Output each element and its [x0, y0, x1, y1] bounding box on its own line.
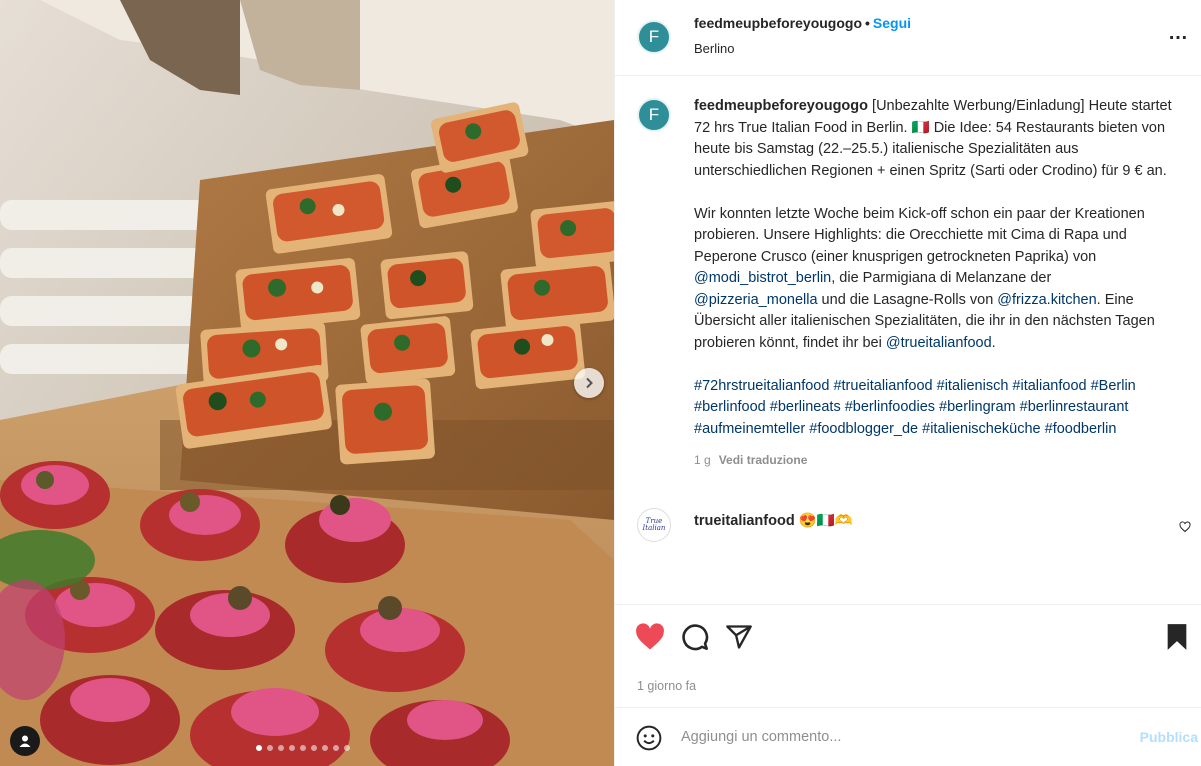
mention-modi-bistrot[interactable]: @modi_bistrot_berlin	[694, 270, 831, 286]
heart-filled-icon	[636, 623, 664, 650]
author-line: feedmeupbeforeyougogo • Segui	[694, 15, 911, 31]
emoji-icon	[636, 725, 662, 751]
caption-text: feedmeupbeforeyougogo [Unbezahlte Werbun…	[694, 96, 1174, 471]
share-icon	[726, 625, 752, 649]
comment-button[interactable]	[681, 623, 709, 654]
caption-meta: 1 g Vedi traduzione	[694, 450, 1174, 472]
carousel-dot	[267, 745, 273, 751]
more-options-button[interactable]: …	[1168, 22, 1189, 45]
reply-line: trueitalianfood 😍🇮🇹🫶	[694, 512, 853, 529]
post-media[interactable]	[0, 0, 614, 766]
caption-text-c: und die Lasagne-Rolls von	[817, 291, 998, 308]
caption-paragraph-2: Wir konnten letzte Woche beim Kick-off s…	[694, 204, 1174, 355]
carousel-dot	[322, 745, 328, 751]
caption-text-e: .	[991, 334, 996, 351]
mention-frizza-kitchen[interactable]: @frizza.kitchen	[997, 292, 1096, 308]
food-photo	[0, 0, 614, 766]
post-location[interactable]: Berlino	[694, 41, 734, 56]
reply-text: 😍🇮🇹🫶	[798, 513, 853, 529]
reply-avatar[interactable]: True Italian	[637, 508, 671, 542]
carousel-dot	[278, 745, 284, 751]
follow-button[interactable]: Segui	[873, 15, 911, 31]
caption-paragraph-1: feedmeupbeforeyougogo [Unbezahlte Werbun…	[694, 96, 1174, 182]
caption-hashtags[interactable]: #72hrstrueitalianfood #trueitalianfood #…	[694, 376, 1174, 441]
post-side-panel: F feedmeupbeforeyougogo • Segui Berlino … …	[614, 0, 1201, 766]
caption-age: 1 g	[694, 452, 711, 467]
reply-like-button[interactable]	[1179, 520, 1191, 536]
carousel-dot	[311, 745, 317, 751]
carousel-dot	[256, 745, 262, 751]
tagged-users-button[interactable]	[10, 726, 40, 756]
post-header: F feedmeupbeforeyougogo • Segui Berlino …	[615, 0, 1201, 76]
caption-text-a: Wir konnten letzte Woche beim Kick-off s…	[694, 205, 1145, 265]
author-username[interactable]: feedmeupbeforeyougogo	[694, 15, 862, 31]
save-button[interactable]	[1165, 623, 1189, 654]
mention-pizzeria-monella[interactable]: @pizzeria_monella	[694, 292, 818, 308]
share-button[interactable]	[725, 623, 753, 654]
like-button[interactable]	[635, 623, 665, 654]
see-translation-link[interactable]: Vedi traduzione	[719, 453, 808, 467]
publish-button[interactable]: Pubblica	[1140, 729, 1198, 745]
carousel-dot	[300, 745, 306, 751]
carousel-indicator	[256, 745, 350, 751]
caption-username[interactable]: feedmeupbeforeyougogo	[694, 98, 868, 114]
emoji-button[interactable]	[636, 725, 662, 754]
carousel-dot	[344, 745, 350, 751]
post-actions: 1 giorno fa	[615, 604, 1201, 708]
author-avatar[interactable]: F	[637, 20, 671, 54]
carousel-dot	[289, 745, 295, 751]
caption-avatar[interactable]: F	[637, 98, 671, 132]
mention-trueitalianfood[interactable]: @trueitalianfood	[886, 335, 992, 351]
next-slide-button[interactable]	[574, 368, 604, 398]
post-timestamp[interactable]: 1 giorno fa	[637, 679, 696, 693]
comment-input[interactable]	[681, 726, 1101, 748]
carousel-dot	[333, 745, 339, 751]
chevron-right-icon	[586, 377, 593, 389]
add-comment-bar: Pubblica	[615, 708, 1201, 766]
caption-text-b: , die Parmigiana di Melanzane der	[831, 270, 1052, 286]
separator-dot: •	[865, 15, 870, 31]
instagram-post: F feedmeupbeforeyougogo • Segui Berlino … …	[0, 0, 1201, 766]
heart-outline-icon	[1179, 521, 1191, 533]
user-icon	[19, 735, 31, 747]
bookmark-filled-icon	[1167, 624, 1187, 650]
comment-icon	[682, 624, 709, 651]
reply-username[interactable]: trueitalianfood	[694, 513, 795, 529]
